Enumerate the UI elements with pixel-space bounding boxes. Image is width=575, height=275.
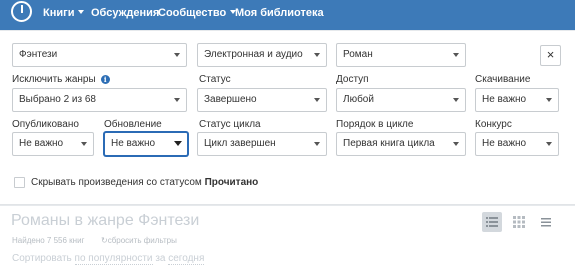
contest-label: Конкурс [475,119,512,130]
exclude-genres-label: Исключить жанры i [12,74,110,85]
chevron-down-icon [314,53,320,57]
compact-view-icon [541,218,551,227]
status-select[interactable]: Завершено [197,88,327,112]
chevron-down-icon [78,10,85,14]
published-label: Опубликовано [12,119,79,130]
chevron-down-icon [453,142,459,146]
close-icon: × [546,47,555,62]
genre-select[interactable]: Фэнтези [12,43,187,67]
nav-community[interactable]: Сообщество [158,7,237,19]
access-label: Доступ [336,74,369,85]
chevron-down-icon [314,142,320,146]
list-view-button[interactable] [482,212,502,232]
close-filters-button[interactable]: × [540,45,561,66]
nav-discussions[interactable]: Обсуждения [91,7,159,19]
sort-bar: Сортировать по популярности за сегодня [12,253,205,265]
access-select[interactable]: Любой [336,88,466,112]
published-select[interactable]: Не важно [12,132,94,156]
chevron-down-icon [174,98,180,102]
chevron-down-icon [453,98,459,102]
page-title: Романы в жанре Фэнтези [11,212,200,229]
chevron-down-icon [546,142,552,146]
compact-view-button[interactable] [536,212,556,232]
format-select[interactable]: Электронная и аудио [197,43,327,67]
sort-by-dropdown[interactable]: по популярности [74,253,153,265]
chevron-down-icon [453,53,459,57]
hide-read-label[interactable]: Скрывать произведения со статусом Прочит… [31,177,258,188]
hide-read-checkbox[interactable] [14,177,25,188]
chevron-down-icon [81,142,87,146]
exclude-genres-select[interactable]: Выбрано 2 из 68 [12,88,187,112]
download-select[interactable]: Не важно [475,88,559,112]
series-order-select[interactable]: Первая книга цикла [336,132,466,156]
reset-filters-link[interactable]: ↻сбросить фильтры [101,236,177,245]
info-icon[interactable]: i [100,75,110,84]
form-select[interactable]: Роман [336,43,466,67]
chevron-down-icon [174,141,182,146]
contest-select[interactable]: Не важно [475,132,559,156]
chevron-down-icon [174,53,180,57]
chevron-down-icon [314,98,320,102]
logo-icon[interactable] [11,1,32,22]
top-navbar: Книги Обсуждения Сообщество Моя библиоте… [0,0,575,30]
updated-label: Обновление [104,119,162,130]
download-label: Скачивание [475,74,531,85]
grid-view-button[interactable] [509,212,529,232]
nav-my-library[interactable]: Моя библиотека [235,7,324,19]
status-label: Статус [199,74,231,85]
found-count: Найдено 7 556 книг [12,236,85,245]
chevron-down-icon [546,98,552,102]
grid-view-icon [513,216,525,228]
series-status-label: Статус цикла [199,119,261,130]
nav-books[interactable]: Книги [43,7,85,19]
list-view-icon [486,217,498,227]
updated-select[interactable]: Не важно [104,132,188,156]
sort-period-dropdown[interactable]: сегодня [168,253,205,265]
results-section: Романы в жанре Фэнтези Найдено 7 556 кни… [0,206,575,275]
series-order-label: Порядок в цикле [336,119,414,130]
refresh-icon: ↻ [101,236,108,245]
series-status-select[interactable]: Цикл завершен [197,132,327,156]
